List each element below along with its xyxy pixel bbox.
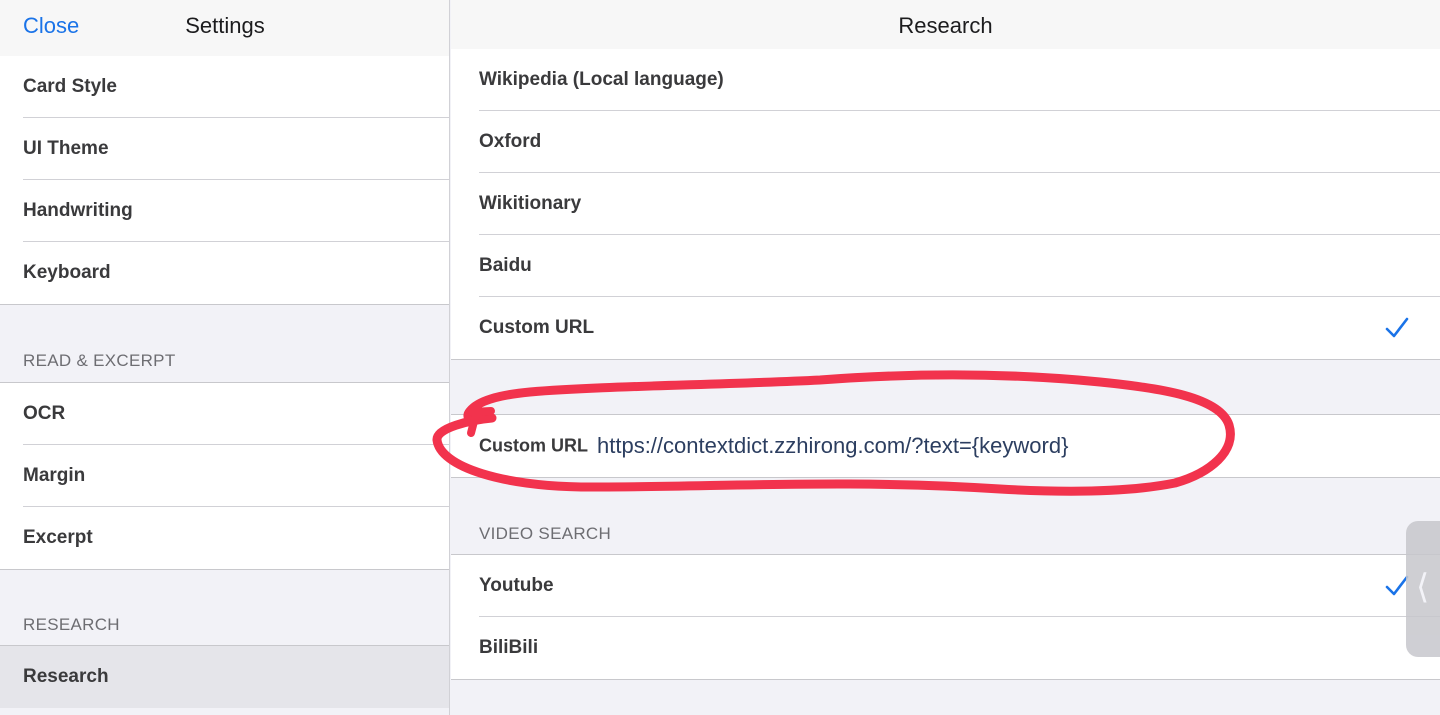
sidebar-item-label: Excerpt bbox=[23, 527, 93, 548]
list-item-label: Oxford bbox=[479, 131, 542, 152]
sidebar-item-handwriting[interactable]: Handwriting bbox=[0, 180, 449, 242]
settings-sidebar: Close Settings Card Style UI Theme Handw… bbox=[0, 0, 450, 715]
appearance-group: Card Style UI Theme Handwriting Keyboard bbox=[0, 56, 449, 305]
research-detail-pane: Research Wikipedia (Local language) Oxfo… bbox=[451, 0, 1440, 715]
sidebar-item-excerpt[interactable]: Excerpt bbox=[0, 507, 449, 569]
custom-url-label: Custom URL bbox=[479, 435, 588, 456]
custom-url-input[interactable] bbox=[597, 433, 1357, 459]
side-pull-tab[interactable]: ⟨ bbox=[1406, 521, 1440, 657]
sidebar-item-label: Margin bbox=[23, 465, 86, 486]
list-item-label: Youtube bbox=[479, 575, 554, 596]
checkmark-icon bbox=[1385, 317, 1409, 338]
page-title: Research bbox=[898, 13, 993, 38]
section-header-read-excerpt: READ & EXCERPT bbox=[23, 351, 176, 370]
list-item-label: Baidu bbox=[479, 255, 532, 276]
custom-url-group: Custom URL bbox=[451, 414, 1440, 478]
section-header-research: RESEARCH bbox=[23, 615, 120, 634]
video-search-list: Youtube BiliBili bbox=[451, 554, 1440, 680]
list-item-label: BiliBili bbox=[479, 637, 539, 658]
list-item-label: Wikitionary bbox=[479, 193, 582, 214]
list-item-custom-url[interactable]: Custom URL bbox=[451, 297, 1440, 359]
sidebar-item-label: Card Style bbox=[23, 76, 117, 97]
list-item-wikipedia[interactable]: Wikipedia (Local language) bbox=[451, 49, 1440, 111]
sidebar-item-ui-theme[interactable]: UI Theme bbox=[0, 118, 449, 180]
list-item-youtube[interactable]: Youtube bbox=[451, 555, 1440, 617]
sidebar-item-ocr[interactable]: OCR bbox=[0, 383, 449, 445]
sidebar-item-label: Handwriting bbox=[23, 200, 133, 221]
sidebar-item-margin[interactable]: Margin bbox=[0, 445, 449, 507]
sidebar-item-keyboard[interactable]: Keyboard bbox=[0, 242, 449, 304]
dictionary-list: Wikipedia (Local language) Oxford Wikiti… bbox=[451, 49, 1440, 360]
chevron-left-icon: ⟨ bbox=[1416, 567, 1430, 607]
sidebar-item-label: UI Theme bbox=[23, 138, 109, 159]
list-item-baidu[interactable]: Baidu bbox=[451, 235, 1440, 297]
research-group: Research bbox=[0, 645, 449, 708]
list-item-label: Wikipedia (Local language) bbox=[479, 69, 724, 90]
sidebar-item-research[interactable]: Research bbox=[0, 646, 449, 708]
section-header-video-search: VIDEO SEARCH bbox=[479, 524, 612, 543]
sidebar-item-label: Keyboard bbox=[23, 262, 111, 283]
settings-app: Close Settings Card Style UI Theme Handw… bbox=[0, 0, 1440, 715]
list-item-oxford[interactable]: Oxford bbox=[451, 111, 1440, 173]
list-item-wikitionary[interactable]: Wikitionary bbox=[451, 173, 1440, 235]
custom-url-row: Custom URL bbox=[451, 415, 1440, 477]
sidebar-title: Settings bbox=[185, 13, 265, 38]
read-excerpt-group: OCR Margin Excerpt bbox=[0, 382, 449, 570]
sidebar-item-card-style[interactable]: Card Style bbox=[0, 56, 449, 118]
sidebar-item-label: OCR bbox=[23, 403, 66, 424]
list-item-bilibili[interactable]: BiliBili bbox=[451, 617, 1440, 679]
list-item-label: Custom URL bbox=[479, 317, 595, 338]
sidebar-item-label: Research bbox=[23, 666, 109, 687]
